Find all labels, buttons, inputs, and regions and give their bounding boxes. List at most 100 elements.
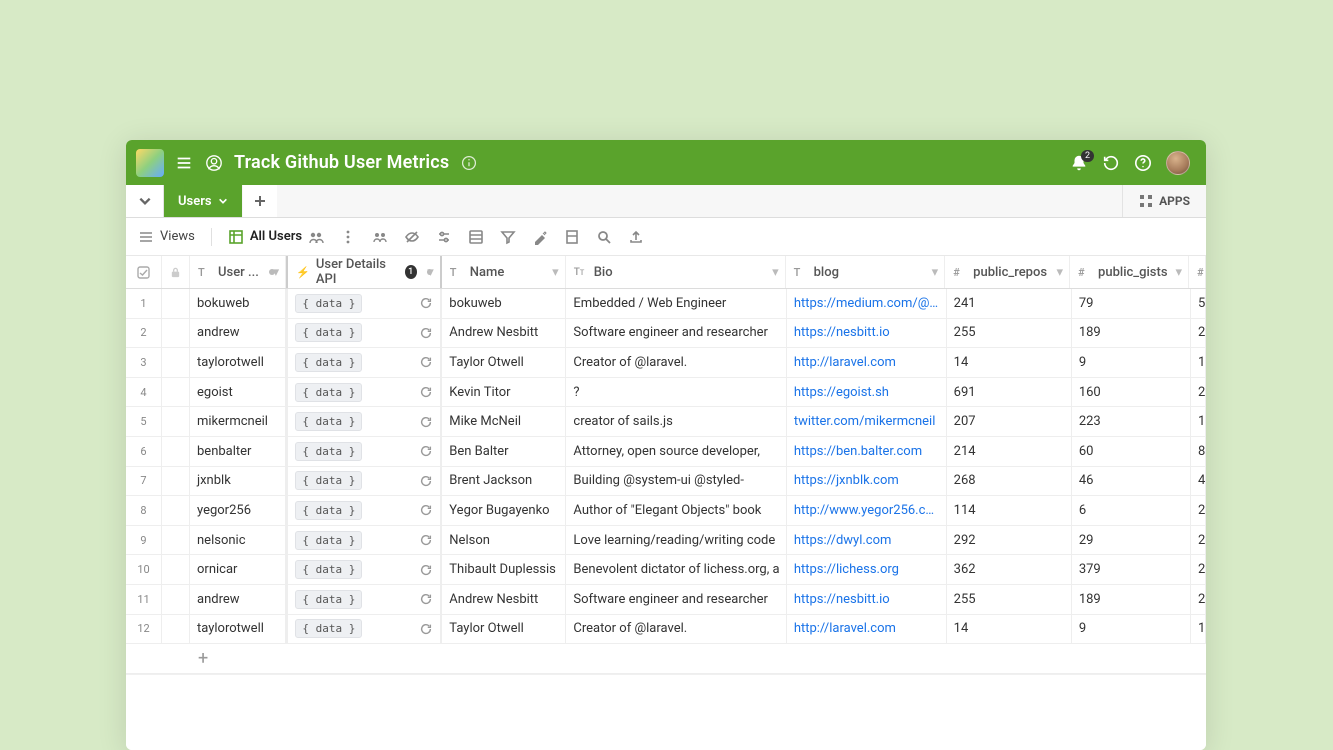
cell-repos[interactable]: 241	[947, 289, 1072, 318]
app-logo[interactable]	[136, 149, 164, 177]
cell-login[interactable]: taylorotwell	[190, 615, 286, 644]
cell-api[interactable]: { data }	[286, 407, 442, 436]
chevron-down-icon[interactable]: ▾	[772, 265, 779, 280]
cell-bio[interactable]: Embedded / Web Engineer	[566, 289, 786, 318]
hide-fields-icon[interactable]	[404, 229, 420, 245]
cell-bio[interactable]: Software engineer and researcher	[566, 585, 786, 614]
cell-login[interactable]: andrew	[190, 319, 286, 348]
cell-blog[interactable]: https://nesbitt.io	[787, 585, 947, 614]
cell-name[interactable]: Ben Balter	[442, 437, 566, 466]
select-all-checkbox[interactable]	[126, 256, 162, 288]
refresh-icon[interactable]	[419, 592, 433, 606]
table-row[interactable]: 4 egoist { data } Kevin Titor ? https://…	[126, 378, 1206, 408]
cell-gists[interactable]: 79	[1072, 289, 1191, 318]
current-view[interactable]: All Users	[228, 229, 324, 245]
table-row[interactable]: 8 yegor256 { data } Yegor Bugayenko Auth…	[126, 496, 1206, 526]
cell-truncated[interactable]: 4	[1191, 467, 1206, 496]
cell-name[interactable]: Kevin Titor	[442, 378, 566, 407]
cell-repos[interactable]: 214	[947, 437, 1072, 466]
blog-link[interactable]: http://laravel.com	[794, 355, 896, 370]
cell-repos[interactable]: 207	[947, 407, 1072, 436]
cell-truncated[interactable]: 2	[1191, 496, 1206, 525]
data-chip[interactable]: { data }	[295, 531, 362, 550]
tab-users[interactable]: Users	[164, 185, 242, 217]
cell-gists[interactable]: 379	[1072, 555, 1191, 584]
cell-name[interactable]: Nelson	[442, 526, 566, 555]
cell-bio[interactable]: Building @system-ui @styled-	[566, 467, 786, 496]
cell-blog[interactable]: https://jxnblk.com	[787, 467, 947, 496]
cell-blog[interactable]: https://lichess.org	[787, 555, 947, 584]
cell-name[interactable]: Taylor Otwell	[442, 348, 566, 377]
column-header-repos[interactable]: #public_repos ▾	[945, 256, 1070, 288]
cell-login[interactable]: bokuweb	[190, 289, 286, 318]
cell-truncated[interactable]: 2	[1191, 555, 1206, 584]
cell-login[interactable]: taylorotwell	[190, 348, 286, 377]
cell-truncated[interactable]: 8	[1191, 437, 1206, 466]
cell-name[interactable]: Taylor Otwell	[442, 615, 566, 644]
cell-name[interactable]: Brent Jackson	[442, 467, 566, 496]
data-chip[interactable]: { data }	[295, 501, 362, 520]
cell-truncated[interactable]: 1	[1191, 407, 1206, 436]
share-icon[interactable]	[308, 229, 324, 245]
column-header-name[interactable]: TName ▾	[442, 256, 566, 288]
cell-repos[interactable]: 292	[947, 526, 1072, 555]
blog-link[interactable]: http://laravel.com	[794, 621, 896, 636]
cell-gists[interactable]: 223	[1072, 407, 1191, 436]
cell-api[interactable]: { data }	[286, 319, 442, 348]
blog-link[interactable]: https://dwyl.com	[794, 533, 892, 548]
info-icon[interactable]	[459, 153, 479, 173]
cell-login[interactable]: andrew	[190, 585, 286, 614]
cell-bio[interactable]: creator of sails.js	[566, 407, 786, 436]
table-row[interactable]: 12 taylorotwell { data } Taylor Otwell C…	[126, 615, 1206, 645]
cell-blog[interactable]: https://dwyl.com	[787, 526, 947, 555]
cell-truncated[interactable]: 2	[1191, 378, 1206, 407]
refresh-icon[interactable]	[419, 385, 433, 399]
group-icon[interactable]	[468, 229, 484, 245]
cell-repos[interactable]: 255	[947, 319, 1072, 348]
table-row[interactable]: 5 mikermcneil { data } Mike McNeil creat…	[126, 407, 1206, 437]
chevron-down-icon[interactable]: ▾	[273, 265, 280, 280]
cell-repos[interactable]: 362	[947, 555, 1072, 584]
export-icon[interactable]	[628, 229, 644, 245]
table-row[interactable]: 10 ornicar { data } Thibault Duplessis B…	[126, 555, 1206, 585]
cell-blog[interactable]: twitter.com/mikermcneil	[787, 407, 947, 436]
table-row[interactable]: 3 taylorotwell { data } Taylor Otwell Cr…	[126, 348, 1206, 378]
cell-bio[interactable]: Benevolent dictator of lichess.org, a	[566, 555, 786, 584]
cell-repos[interactable]: 114	[947, 496, 1072, 525]
cell-bio[interactable]: ?	[566, 378, 786, 407]
cell-blog[interactable]: http://laravel.com	[787, 348, 947, 377]
cell-bio[interactable]: Attorney, open source developer,	[566, 437, 786, 466]
data-chip[interactable]: { data }	[295, 412, 362, 431]
cell-bio[interactable]: Love learning/reading/writing code	[566, 526, 786, 555]
column-header-user[interactable]: TUser ... ▾	[190, 256, 286, 288]
cell-api[interactable]: { data }	[286, 467, 442, 496]
color-icon[interactable]	[532, 229, 548, 245]
blog-link[interactable]: https://medium.com/@bok	[794, 296, 939, 311]
cell-bio[interactable]: Author of "Elegant Objects" book	[566, 496, 786, 525]
history-icon[interactable]	[1102, 154, 1120, 172]
cell-login[interactable]: ornicar	[190, 555, 286, 584]
cell-name[interactable]: Thibault Duplessis	[442, 555, 566, 584]
cell-bio[interactable]: Creator of @laravel.	[566, 615, 786, 644]
cell-bio[interactable]: Creator of @laravel.	[566, 348, 786, 377]
cell-bio[interactable]: Software engineer and researcher	[566, 319, 786, 348]
cell-name[interactable]: Andrew Nesbitt	[442, 585, 566, 614]
data-chip[interactable]: { data }	[295, 619, 362, 638]
row-height-icon[interactable]	[564, 229, 580, 245]
blog-link[interactable]: https://ben.balter.com	[794, 444, 922, 459]
cell-api[interactable]: { data }	[286, 378, 442, 407]
apps-button[interactable]: APPS	[1122, 185, 1206, 217]
table-row[interactable]: 1 bokuweb { data } bokuweb Embedded / We…	[126, 289, 1206, 319]
refresh-icon[interactable]	[419, 622, 433, 636]
cell-blog[interactable]: https://egoist.sh	[787, 378, 947, 407]
cell-api[interactable]: { data }	[286, 289, 442, 318]
add-table-button[interactable]	[243, 185, 277, 217]
cell-api[interactable]: { data }	[286, 496, 442, 525]
data-chip[interactable]: { data }	[295, 294, 362, 313]
refresh-icon[interactable]	[419, 533, 433, 547]
cell-repos[interactable]: 255	[947, 585, 1072, 614]
table-row[interactable]: 6 benbalter { data } Ben Balter Attorney…	[126, 437, 1206, 467]
data-chip[interactable]: { data }	[295, 442, 362, 461]
column-header-blog[interactable]: Tblog ▾	[786, 256, 946, 288]
cell-login[interactable]: nelsonic	[190, 526, 286, 555]
